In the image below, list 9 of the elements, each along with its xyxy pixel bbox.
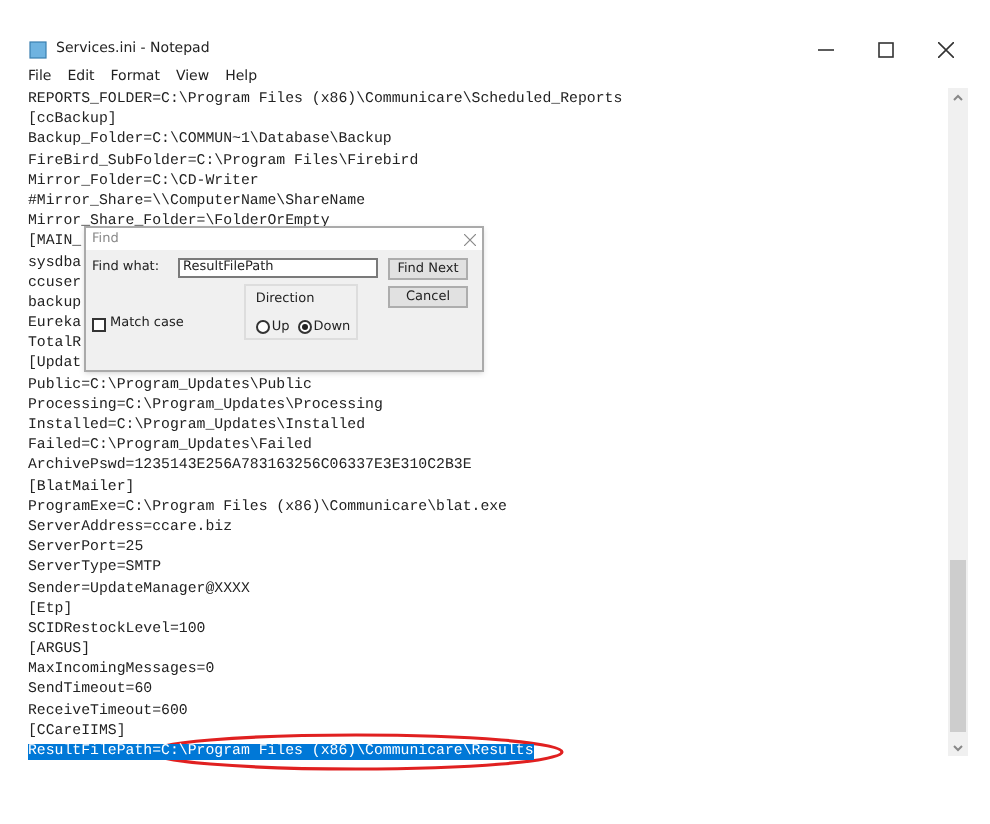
- close-icon[interactable]: [938, 41, 954, 57]
- match-case-checkbox[interactable]: [92, 317, 106, 332]
- scroll-down-icon[interactable]: [952, 742, 964, 754]
- scroll-thumb[interactable]: [950, 560, 966, 732]
- scroll-up-icon[interactable]: [952, 92, 964, 104]
- radio-button[interactable]: [297, 320, 312, 335]
- notepad-icon: [28, 39, 48, 59]
- radio-button[interactable]: [255, 320, 270, 335]
- maximize-icon[interactable]: [878, 41, 894, 57]
